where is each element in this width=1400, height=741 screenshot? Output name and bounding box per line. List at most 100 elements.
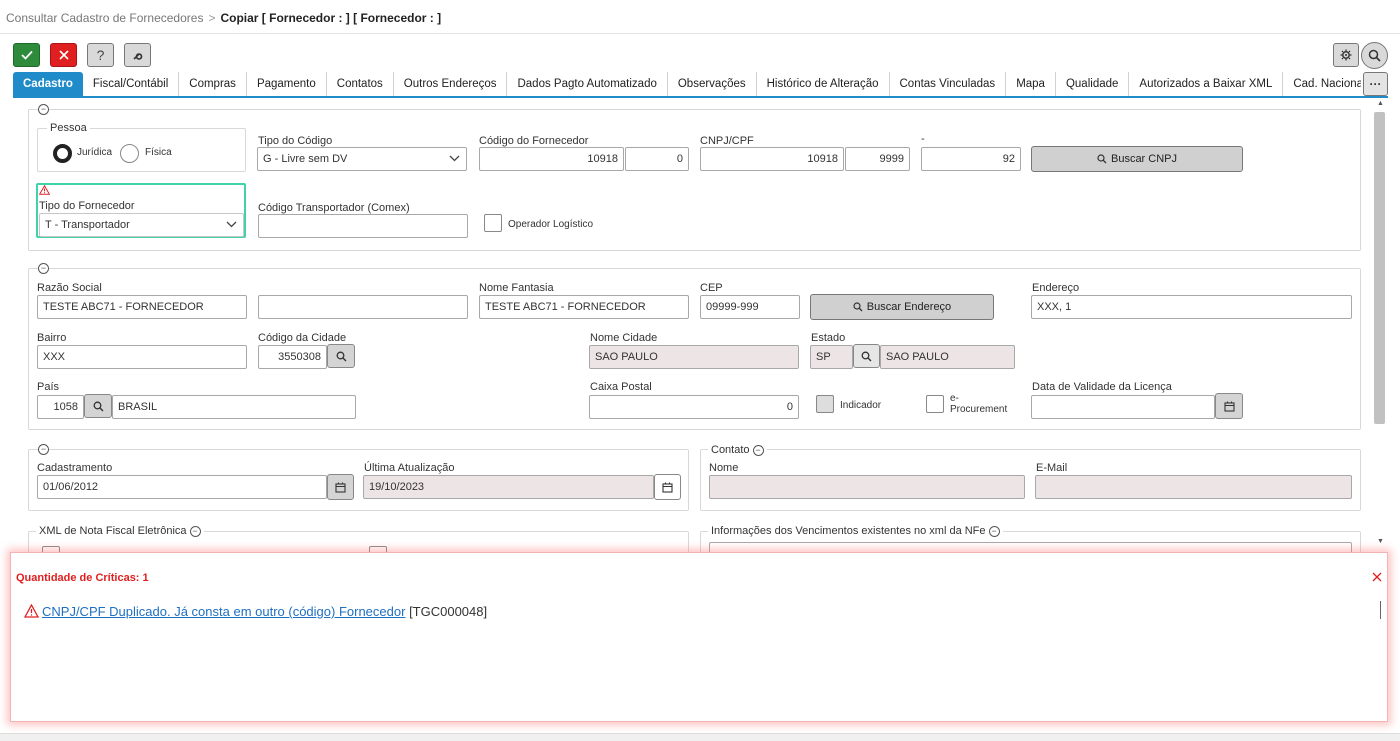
cadastramento-value: 01/06/2012 [43, 481, 99, 493]
critica-link[interactable]: CNPJ/CPF Duplicado. Já consta em outro (… [42, 604, 405, 619]
tab-3[interactable]: Pagamento [247, 72, 327, 97]
confirm-button[interactable] [13, 43, 40, 67]
chevron-down-icon [226, 221, 237, 228]
estado-name-input: SAO PAULO [880, 345, 1015, 369]
codigo-transportador-input[interactable] [258, 214, 468, 238]
cadastramento-calendar-button[interactable] [327, 474, 354, 500]
tools-button[interactable] [124, 43, 151, 67]
close-icon[interactable] [1372, 572, 1382, 582]
search-icon [861, 351, 872, 361]
breadcrumb-separator: > [208, 11, 216, 25]
tab-8[interactable]: Histórico de Alteração [757, 72, 890, 97]
estado-code-input[interactable]: SP [810, 345, 853, 369]
tipo-fornecedor-label: Tipo do Fornecedor [39, 200, 135, 212]
buscar-endereco-button[interactable]: Buscar Endereço [810, 294, 994, 320]
panel-scroll-marker [1380, 601, 1381, 619]
contato-nome-input [709, 475, 1025, 499]
radio-juridica[interactable] [53, 144, 72, 163]
help-button[interactable]: ? [87, 43, 114, 67]
tab-9[interactable]: Contas Vinculadas [890, 72, 1007, 97]
indicador-checkbox[interactable] [816, 395, 834, 413]
codigo-fornecedor-input[interactable]: 10918 [479, 147, 624, 171]
tab-7[interactable]: Observações [668, 72, 757, 97]
indicador-label: Indicador [840, 400, 882, 411]
pais-search-button[interactable] [84, 394, 112, 418]
vencimentos-legend-text: Informações dos Vencimentos existentes n… [711, 525, 986, 537]
settings-button[interactable] [1333, 43, 1359, 67]
collapse-contato-icon[interactable]: − [752, 444, 764, 456]
scroll-down-arrow[interactable]: ▼ [1377, 538, 1384, 545]
endereco-input[interactable]: XXX, 1 [1031, 295, 1352, 319]
codigo-cidade-input[interactable]: 3550308 [258, 345, 327, 369]
tab-10[interactable]: Mapa [1006, 72, 1056, 97]
radio-fisica[interactable] [120, 144, 139, 163]
collapse-identification-icon[interactable]: − [38, 104, 49, 115]
codigo-cidade-search-button[interactable] [327, 344, 355, 368]
collapse-dates-icon[interactable]: − [38, 444, 49, 455]
cnpj-base-input[interactable]: 10918 [700, 147, 844, 171]
data-validade-input[interactable] [1031, 395, 1215, 419]
collapse-address-icon[interactable]: − [38, 263, 49, 274]
tab-0[interactable]: Cadastro [13, 72, 83, 97]
dv-label: - [921, 133, 925, 145]
vencimentos-legend: Informações dos Vencimentos existentes n… [708, 525, 1003, 537]
pais-label: País [37, 381, 60, 393]
scroll-up-arrow[interactable]: ▲ [1377, 100, 1384, 107]
nome-fantasia-label: Nome Fantasia [479, 282, 554, 294]
estado-name-value: SAO PAULO [886, 351, 949, 363]
razao-social-input[interactable]: TESTE ABC71 - FORNECEDOR [37, 295, 247, 319]
help-icon: ? [96, 47, 105, 63]
buscar-cnpj-label: Buscar CNPJ [1110, 153, 1178, 165]
cnpj-filial-input[interactable]: 9999 [845, 147, 910, 171]
estado-search-button[interactable] [853, 344, 880, 368]
tab-12[interactable]: Autorizados a Baixar XML [1129, 72, 1284, 97]
bairro-input[interactable]: XXX [37, 345, 247, 369]
ultima-atualizacao-input: 19/10/2023 [363, 475, 654, 499]
operador-logistico-checkbox[interactable] [484, 214, 502, 232]
tab-1[interactable]: Fiscal/Contábil [83, 72, 180, 97]
page-title: Copiar [ Fornecedor : ] [ Fornecedor : ] [220, 11, 442, 25]
cancel-button[interactable] [50, 43, 77, 67]
cadastramento-input[interactable]: 01/06/2012 [37, 475, 327, 499]
nome-fantasia-input[interactable]: TESTE ABC71 - FORNECEDOR [479, 295, 689, 319]
nome-fantasia-value: TESTE ABC71 - FORNECEDOR [485, 301, 646, 313]
tab-2[interactable]: Compras [179, 72, 247, 97]
tab-6[interactable]: Dados Pagto Automatizado [507, 72, 668, 97]
more-tabs-button[interactable]: ··· [1363, 72, 1388, 96]
search-icon [853, 302, 863, 312]
caixa-postal-input[interactable]: 0 [589, 395, 799, 419]
breadcrumb-parent-link[interactable]: Consultar Cadastro de Fornecedores [6, 11, 203, 25]
tipo-fornecedor-select[interactable]: T - Transportador [39, 213, 244, 237]
pais-code-input[interactable]: 1058 [37, 395, 84, 419]
collapse-xml-icon[interactable]: − [189, 525, 201, 537]
cep-label: CEP [700, 282, 723, 294]
radio-juridica-label: Jurídica [77, 147, 113, 158]
critica-code: [TGC000048] [409, 604, 488, 619]
cnpj-dv-input[interactable]: 92 [921, 147, 1021, 171]
tipo-codigo-select[interactable]: G - Livre sem DV [257, 147, 467, 171]
razao-social-label: Razão Social [37, 282, 102, 294]
razao-social-complement-input[interactable] [258, 295, 468, 319]
ultima-atualizacao-calendar-button[interactable] [654, 474, 681, 500]
cep-value: 09999-999 [706, 301, 759, 313]
check-icon [20, 50, 33, 60]
scrollbar-thumb[interactable] [1374, 112, 1385, 424]
criticas-title: Quantidade de Críticas: 1 [16, 572, 149, 584]
codigo-fornecedor-dv-input[interactable]: 0 [625, 147, 689, 171]
tab-4[interactable]: Contatos [327, 72, 394, 97]
codigo-cidade-label: Código da Cidade [258, 332, 347, 344]
eprocurement-checkbox[interactable] [926, 395, 944, 413]
breadcrumb: Consultar Cadastro de Fornecedores > Copia… [6, 11, 441, 25]
codigo-fornecedor-label: Código do Fornecedor [479, 135, 589, 147]
cep-input[interactable]: 09999-999 [700, 295, 800, 319]
collapse-vencimentos-icon[interactable]: − [988, 525, 1000, 537]
cnpj-dv-value: 92 [1002, 153, 1015, 165]
close-icon [58, 50, 69, 60]
buscar-cnpj-button[interactable]: Buscar CNPJ [1031, 146, 1243, 172]
tab-11[interactable]: Qualidade [1056, 72, 1130, 97]
search-button[interactable] [1361, 42, 1388, 69]
tab-13[interactable]: Cad. Nacional Obras (CNO) [1283, 72, 1361, 97]
ultima-atualizacao-value: 19/10/2023 [369, 481, 425, 493]
tab-5[interactable]: Outros Endereços [394, 72, 508, 97]
data-validade-calendar-button[interactable] [1215, 393, 1243, 419]
